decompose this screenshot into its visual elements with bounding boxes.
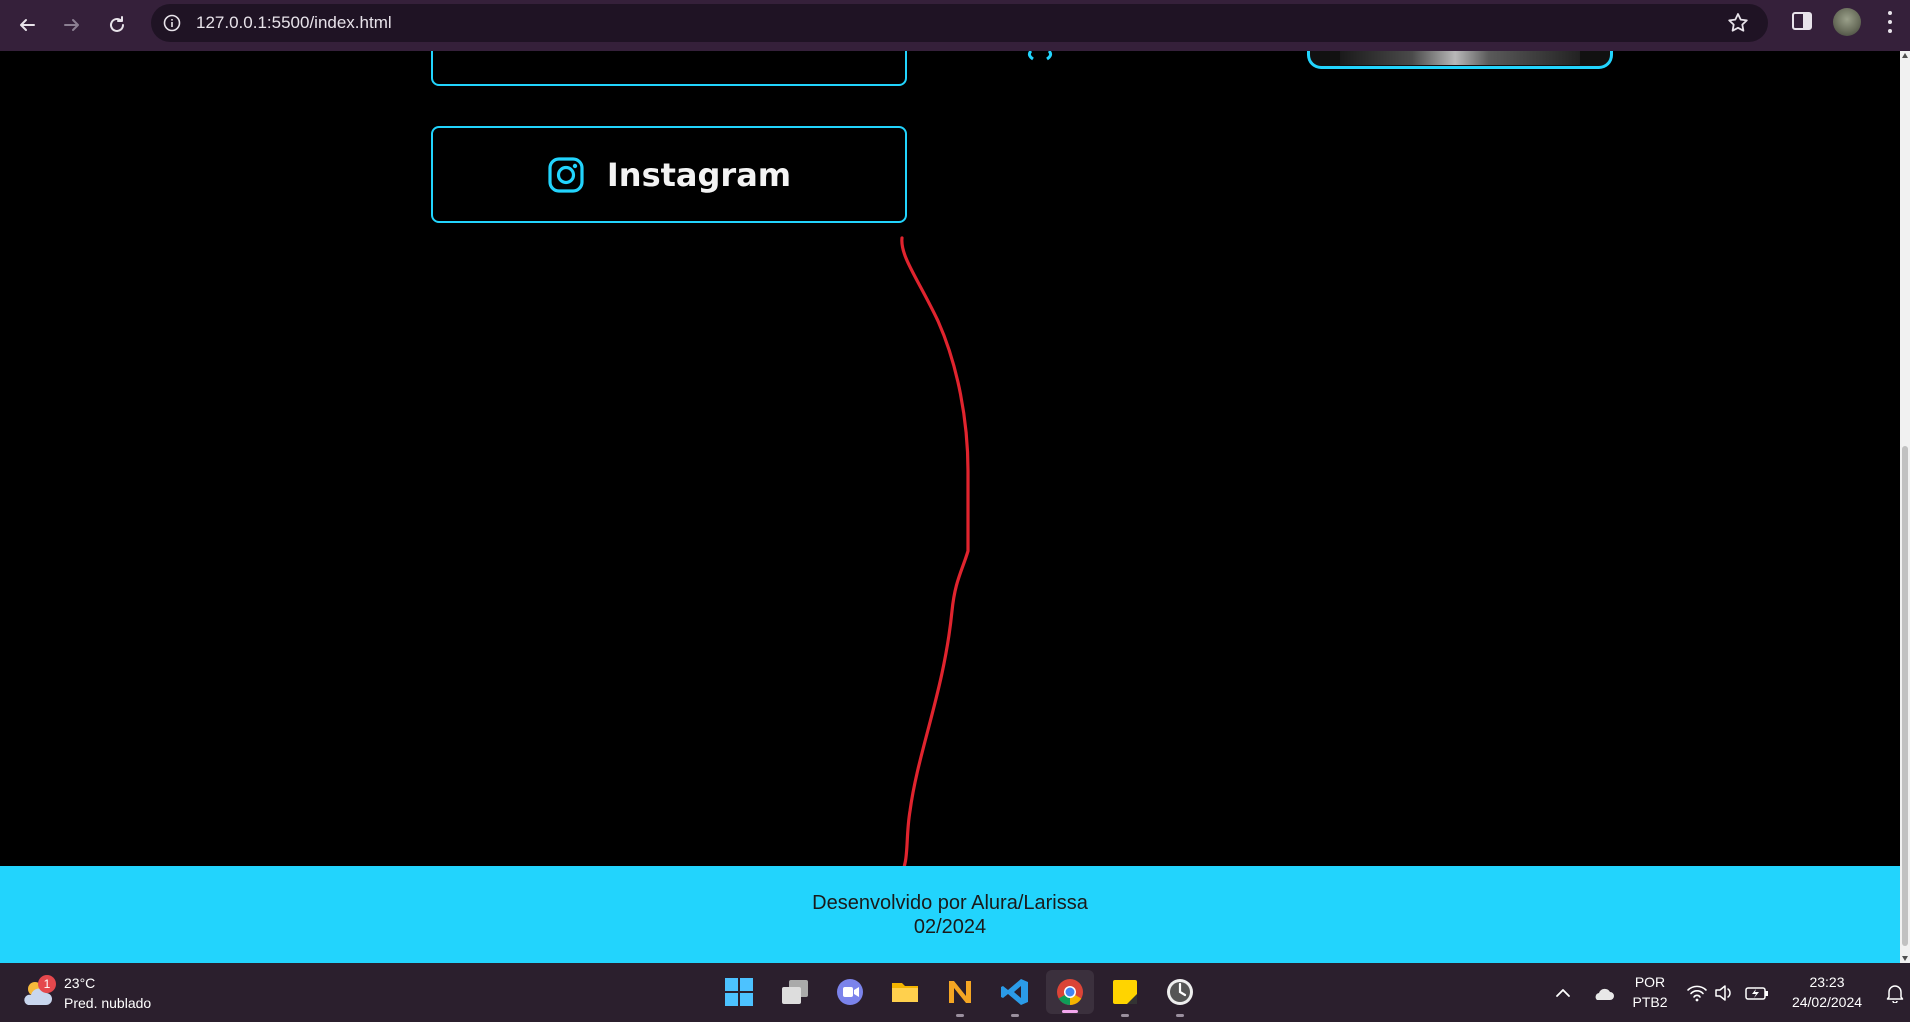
clock-date[interactable]: 24/02/2024: [1780, 994, 1874, 1010]
profile-avatar[interactable]: [1833, 8, 1861, 36]
side-panel-icon[interactable]: [1791, 10, 1815, 34]
notification-bell-icon[interactable]: [1878, 976, 1910, 1010]
red-annotation-line: [897, 236, 970, 881]
address-bar[interactable]: 127.0.0.1:5500/index.html: [151, 4, 1768, 42]
page-scrollbar[interactable]: [1900, 51, 1910, 963]
weather-desc: Pred. nublado: [64, 995, 152, 1011]
task-view-icon[interactable]: [778, 975, 812, 1009]
footer-credit: Desenvolvido por Alura/Larissa: [812, 891, 1088, 914]
forward-button[interactable]: [55, 8, 89, 42]
keyboard-layout-indicator[interactable]: PTB2: [1628, 994, 1672, 1010]
browser-menu-icon[interactable]: [1880, 8, 1900, 36]
back-arrow-icon: [20, 19, 35, 31]
clock-icon[interactable]: [1163, 975, 1197, 1017]
scrollbar-thumb[interactable]: [1902, 446, 1908, 946]
chevron-up-icon[interactable]: [1546, 976, 1580, 1010]
language-indicator[interactable]: POR: [1628, 974, 1672, 990]
weather-widget[interactable]: 1 23°C Pred. nublado: [18, 971, 168, 1015]
windows-taskbar: 1 23°C Pred. nublado POR PTB2 23:23 24/0…: [0, 963, 1910, 1022]
onedrive-cloud-icon[interactable]: [1586, 976, 1620, 1010]
page-viewport: Instagram Desenvolvido por Alura/Larissa…: [0, 51, 1900, 963]
reload-icon: [110, 16, 124, 32]
scroll-up-arrow-icon[interactable]: [1902, 53, 1908, 58]
browser-toolbar: 127.0.0.1:5500/index.html: [0, 0, 1910, 51]
weather-badge: 1: [38, 975, 56, 993]
weather-temp: 23°C: [64, 975, 96, 991]
clock-time[interactable]: 23:23: [1780, 974, 1874, 990]
url-text[interactable]: 127.0.0.1:5500/index.html: [196, 13, 392, 33]
forward-arrow-icon: [64, 19, 79, 31]
chrome-icon[interactable]: [1046, 970, 1094, 1014]
chat-icon[interactable]: [833, 975, 867, 1009]
footer-date: 02/2024: [913, 915, 987, 938]
scroll-down-arrow-icon[interactable]: [1902, 956, 1908, 961]
vscode-icon[interactable]: [998, 975, 1032, 1017]
battery-charging-icon[interactable]: [1740, 976, 1774, 1010]
start-icon[interactable]: [722, 975, 756, 1009]
volume-icon[interactable]: [1708, 976, 1742, 1010]
back-button[interactable]: [10, 8, 44, 42]
reload-button[interactable]: [100, 8, 134, 42]
sticky-notes-icon[interactable]: [1108, 975, 1142, 1017]
app-n-icon[interactable]: [943, 975, 977, 1017]
site-info-icon[interactable]: [161, 12, 183, 34]
file-explorer-icon[interactable]: [888, 975, 922, 1009]
bookmark-star-icon[interactable]: [1726, 11, 1750, 35]
site-footer: Desenvolvido por Alura/Larissa 02/2024: [0, 866, 1900, 963]
